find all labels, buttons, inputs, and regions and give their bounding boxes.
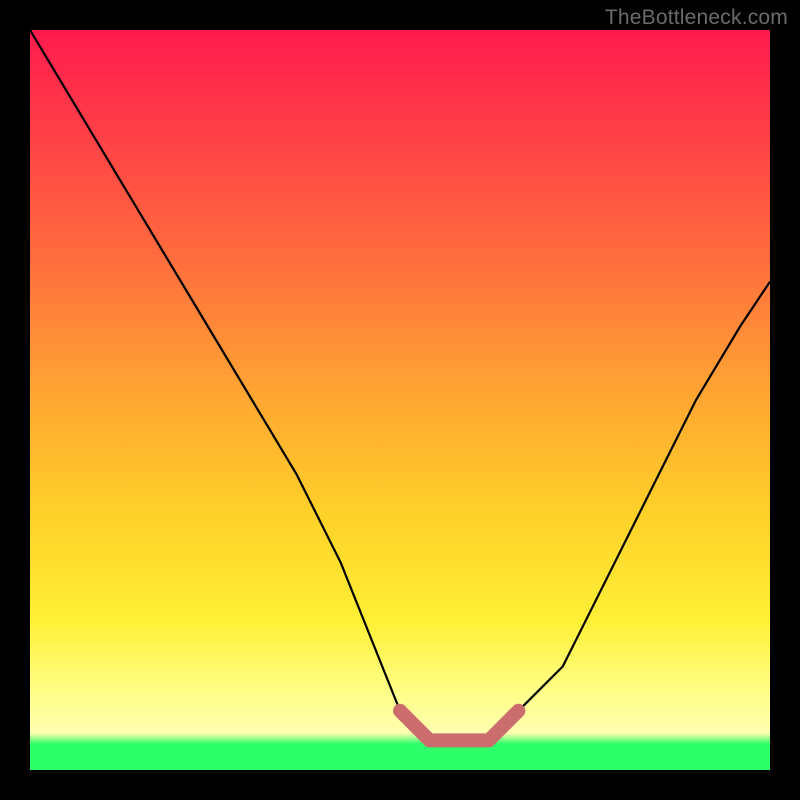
chart-svg — [30, 30, 770, 770]
watermark-text: TheBottleneck.com — [605, 6, 788, 30]
optimal-band-path — [400, 711, 518, 741]
chart-frame: TheBottleneck.com — [0, 0, 800, 800]
bottleneck-curve-path — [30, 30, 770, 740]
plot-area — [30, 30, 770, 770]
